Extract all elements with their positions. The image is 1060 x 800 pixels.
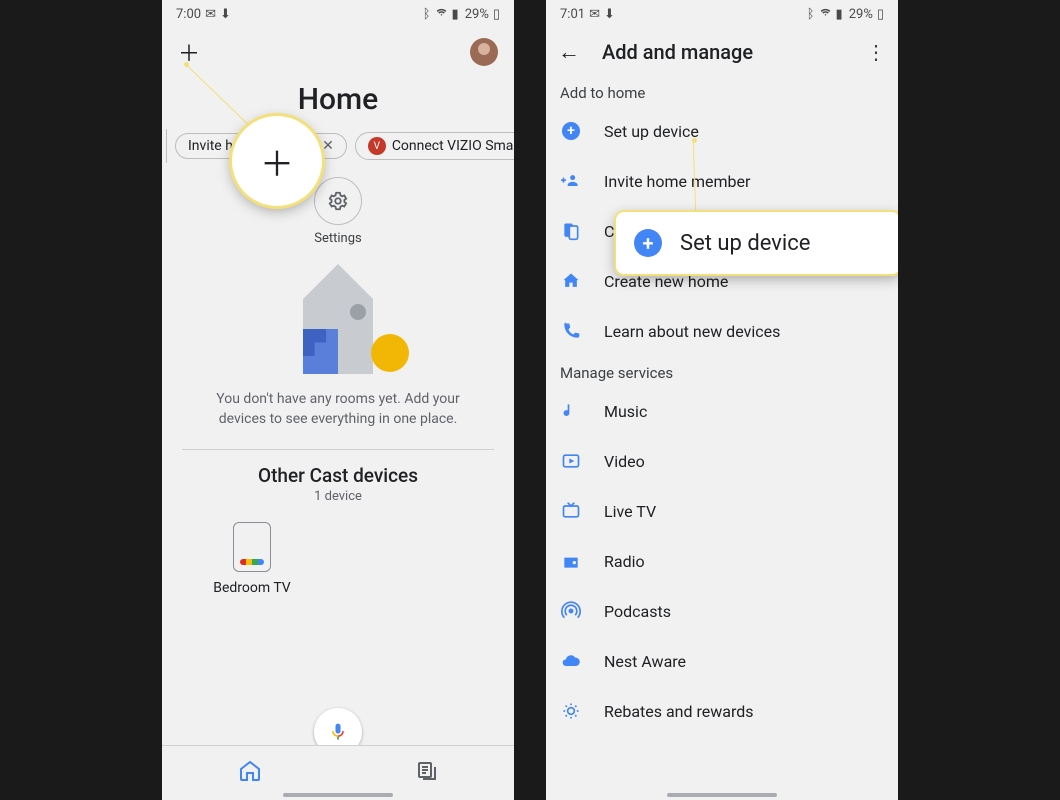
add-button[interactable]: ＋ [178, 36, 200, 68]
plus-circle-icon: + [634, 229, 662, 257]
battery-percent: 29% [849, 7, 873, 22]
callout-add-button: ＋ [232, 116, 322, 206]
no-rooms-message: You don't have any rooms yet. Add your d… [162, 374, 514, 429]
message-icon: ✉ [589, 7, 600, 22]
cast-device-tile[interactable]: Bedroom TV [202, 522, 302, 596]
menu-label: Learn about new devices [604, 322, 780, 341]
chip-label: Connect VIZIO Smart TV [392, 138, 514, 154]
overflow-menu-button[interactable]: ⋮ [866, 40, 886, 64]
menu-nest-aware[interactable]: Nest Aware [546, 636, 898, 686]
settings-button[interactable] [314, 177, 362, 225]
speaker-group-icon [560, 220, 582, 242]
profile-avatar[interactable] [470, 38, 498, 66]
plus-circle-icon [560, 120, 582, 142]
radio-icon [560, 550, 582, 572]
battery-percent: 29% [465, 7, 489, 22]
suggestion-chips: Invite home member ✕ V Connect VIZIO Sma… [162, 129, 514, 163]
livetv-icon [560, 500, 582, 522]
menu-podcasts[interactable]: Podcasts [546, 586, 898, 636]
status-time: 7:00 [176, 7, 201, 22]
vizio-badge-icon: V [368, 137, 386, 155]
settings-label: Settings [314, 231, 361, 246]
back-button[interactable]: ← [558, 39, 580, 65]
message-icon: ✉ [205, 7, 216, 22]
download-icon: ⬇ [220, 7, 231, 22]
download-icon: ⬇ [604, 7, 615, 22]
phone-right: 7:01 ✉ ⬇ ᛒ ▮ 29% ▯ ← Add and manage ⋮ Ad… [546, 0, 898, 800]
menu-music[interactable]: Music [546, 386, 898, 436]
mic-icon [328, 722, 348, 742]
battery-icon: ▯ [493, 7, 500, 22]
menu-label: Music [604, 402, 647, 421]
menu-learn-devices[interactable]: Learn about new devices [546, 306, 898, 356]
chip-prev-edge[interactable] [166, 129, 167, 163]
callout-label: Set up device [680, 231, 810, 256]
screen-title: Add and manage [602, 40, 753, 64]
menu-label: Set up device [604, 122, 699, 141]
section-manage-services: Manage services [546, 356, 898, 386]
menu-label: Podcasts [604, 602, 671, 621]
callout-anchor-dot [184, 62, 189, 67]
bluetooth-icon: ᛒ [423, 7, 431, 22]
chip-connect-vizio[interactable]: V Connect VIZIO Smart TV [355, 132, 514, 160]
cloud-icon [560, 650, 582, 672]
divider [182, 449, 494, 450]
phone-left: 7:00 ✉ ⬇ ᛒ ▮ 29% ▯ ＋ Home Invite home me… [162, 0, 514, 800]
menu-label: Create new home [604, 272, 728, 291]
other-cast-count: 1 device [162, 489, 514, 504]
status-bar: 7:00 ✉ ⬇ ᛒ ▮ 29% ▯ [162, 0, 514, 28]
menu-live-tv[interactable]: Live TV [546, 486, 898, 536]
menu-rebates[interactable]: Rebates and rewards [546, 686, 898, 736]
app-topbar: ＋ [162, 28, 514, 76]
menu-label: Radio [604, 552, 645, 571]
close-icon[interactable]: ✕ [322, 138, 334, 154]
menu-label: Nest Aware [604, 652, 686, 671]
podcasts-icon [560, 600, 582, 622]
status-bar: 7:01 ✉ ⬇ ᛒ ▮ 29% ▯ [546, 0, 898, 28]
gesture-handle[interactable] [283, 793, 393, 797]
status-time: 7:01 [560, 7, 585, 22]
titlebar: ← Add and manage ⋮ [546, 28, 898, 76]
phone-icon [560, 320, 582, 342]
gear-icon [327, 190, 349, 212]
page-title: Home [162, 82, 514, 117]
feed-icon [414, 759, 438, 783]
menu-video[interactable]: Video [546, 436, 898, 486]
nav-feed-tab[interactable] [414, 759, 438, 787]
menu-label: Invite home member [604, 172, 750, 191]
menu-label: Video [604, 452, 645, 471]
signal-icon: ▮ [836, 7, 843, 22]
section-add-to-home: Add to home [546, 76, 898, 106]
person-add-icon [560, 170, 582, 192]
plus-icon: ＋ [260, 137, 294, 186]
callout-anchor-dot [692, 138, 697, 143]
other-cast-heading: Other Cast devices [162, 464, 514, 487]
menu-set-up-device[interactable]: Set up device [546, 106, 898, 156]
menu-label: Rebates and rewards [604, 702, 754, 721]
nav-home-tab[interactable] [238, 759, 262, 787]
rebates-icon [560, 700, 582, 722]
menu-radio[interactable]: Radio [546, 536, 898, 586]
home-illustration [268, 264, 408, 374]
menu-invite-member[interactable]: Invite home member [546, 156, 898, 206]
menu-label: Live TV [604, 502, 656, 521]
battery-icon: ▯ [877, 7, 884, 22]
wifi-icon [819, 6, 832, 23]
bottom-nav [162, 745, 514, 800]
video-icon [560, 450, 582, 472]
callout-set-up-device: + Set up device [616, 212, 898, 274]
signal-icon: ▮ [452, 7, 459, 22]
home-icon [238, 759, 262, 783]
device-name: Bedroom TV [213, 580, 290, 596]
home-icon [560, 270, 582, 292]
wifi-icon [435, 6, 448, 23]
bluetooth-icon: ᛒ [807, 7, 815, 22]
speaker-device-icon [233, 522, 271, 572]
gesture-handle[interactable] [667, 793, 777, 797]
music-icon [560, 400, 582, 422]
